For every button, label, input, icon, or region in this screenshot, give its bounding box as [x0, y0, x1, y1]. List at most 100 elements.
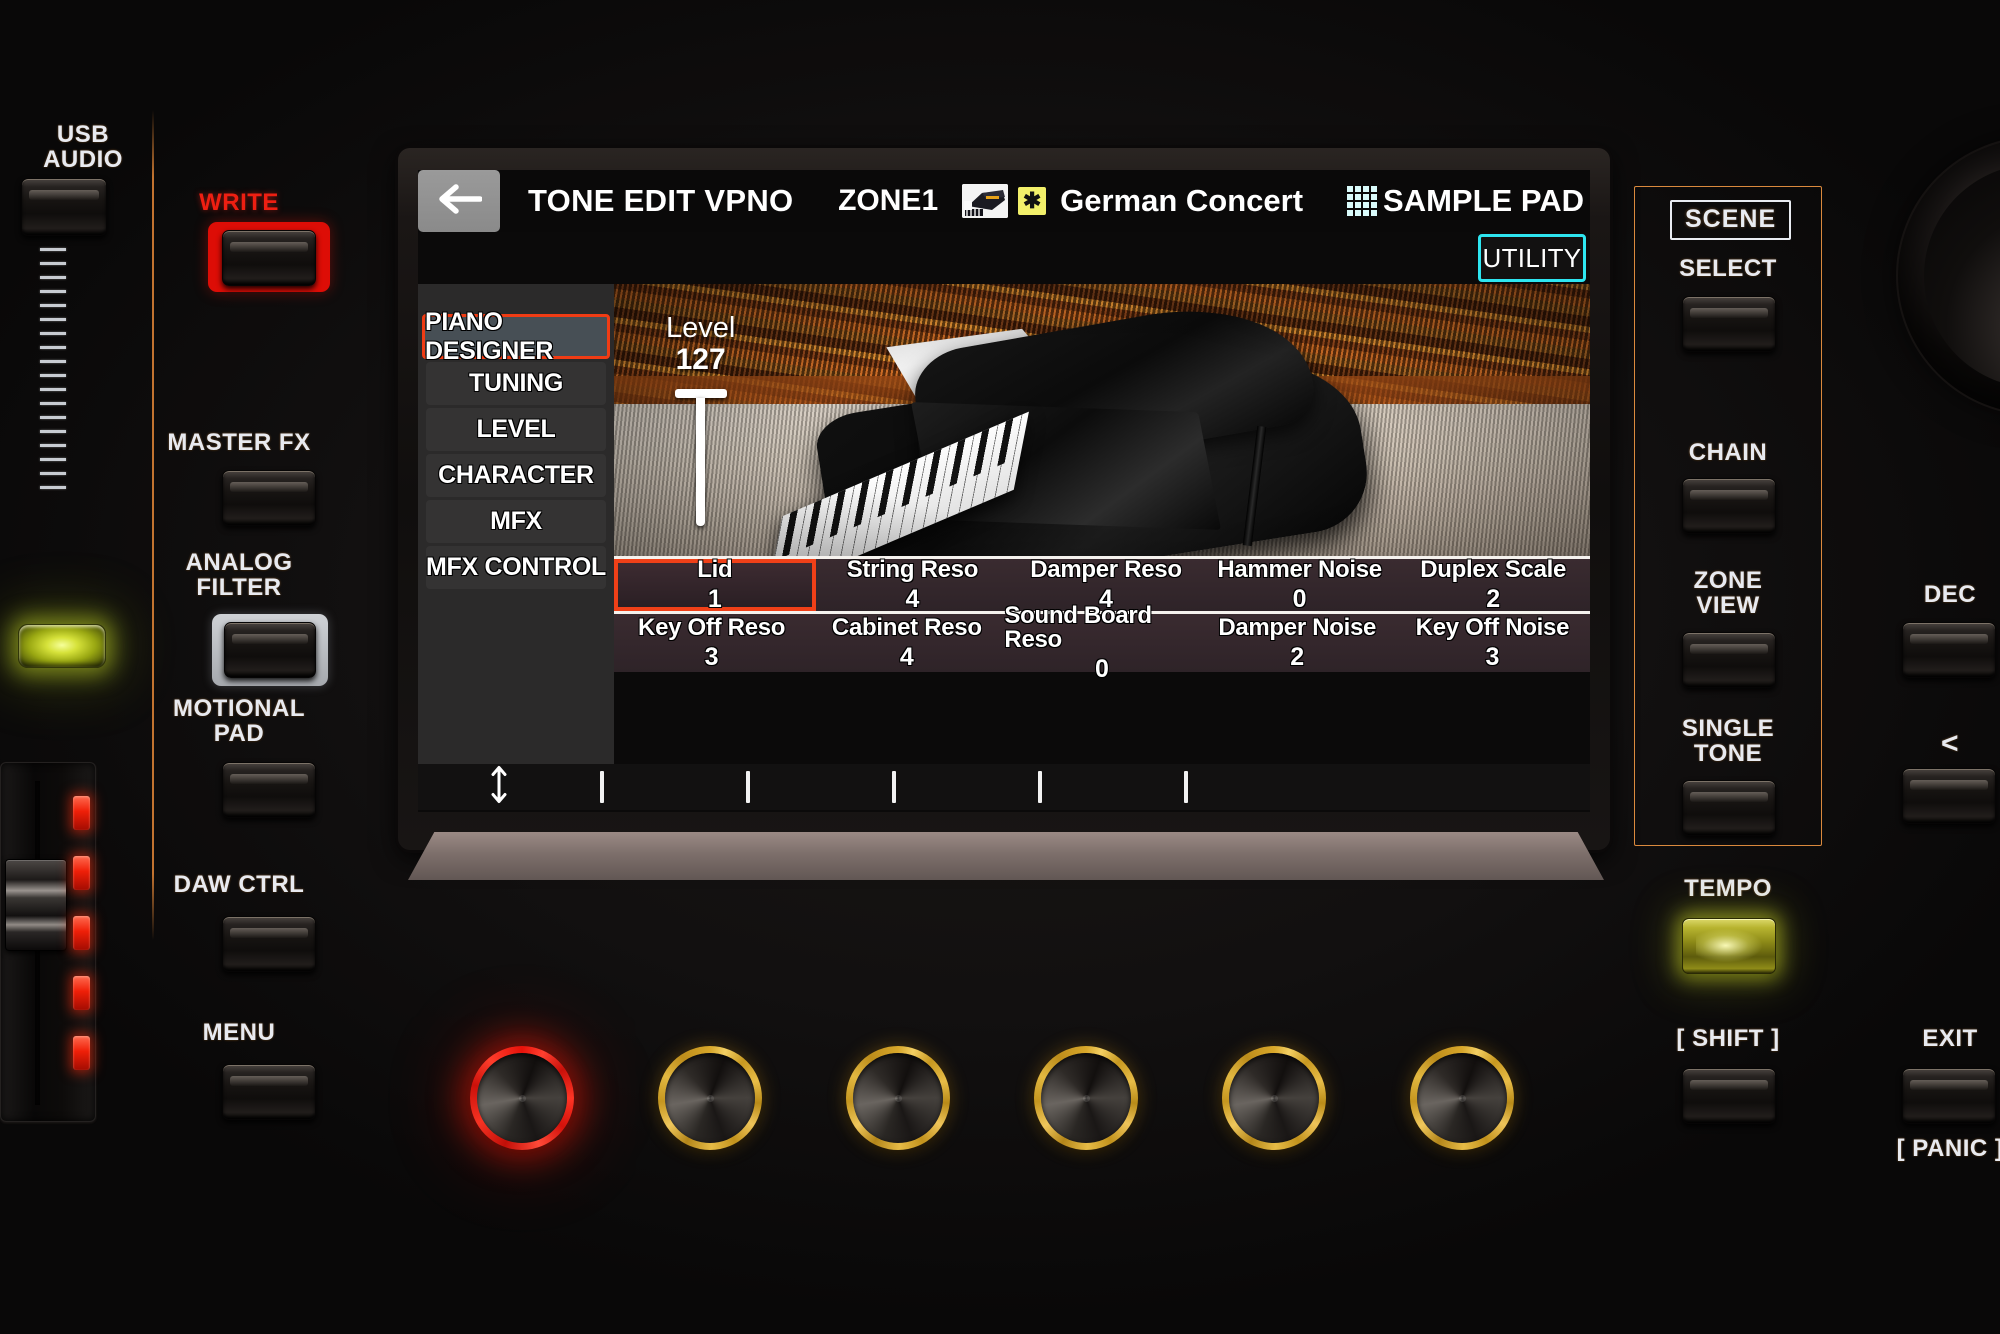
param-duplex-scale[interactable]: Duplex Scale 2	[1396, 556, 1590, 613]
menu-label: MENU	[202, 1019, 276, 1046]
back-button[interactable]	[418, 170, 500, 232]
param-name: String Reso	[846, 556, 979, 583]
param-name: Cabinet Reso	[831, 614, 982, 641]
stage-area: Level 127 Lid 1 String Reso 4 Damper Res…	[614, 284, 1590, 764]
analog-filter-button[interactable]	[224, 622, 316, 678]
single-tone-button[interactable]	[1682, 780, 1776, 836]
param-name: Hammer Noise	[1217, 556, 1382, 583]
usb-audio-led	[18, 624, 106, 668]
scene-select-button[interactable]	[1682, 296, 1776, 352]
level-slider-handle[interactable]	[674, 389, 727, 398]
motional-pad-label: MOTIONAL PAD	[173, 695, 305, 748]
knob-1[interactable]	[470, 1046, 574, 1150]
exit-label: EXIT	[1922, 1025, 1978, 1052]
piano-illustration: Level 127	[614, 284, 1590, 556]
master-fx-button[interactable]	[222, 470, 316, 526]
knob-4[interactable]	[1034, 1046, 1138, 1150]
usb-audio-level-scale	[40, 248, 66, 500]
sidebar-item-character[interactable]: CHARACTER	[426, 454, 606, 497]
param-value: 4	[905, 585, 920, 613]
screen-header: TONE EDIT VPNO ZONE1 ✱ German Concert SA…	[418, 170, 1590, 232]
param-value: 3	[1485, 643, 1500, 671]
display-shelf	[408, 832, 1604, 880]
chain-button[interactable]	[1682, 478, 1776, 534]
param-cabinet-reso[interactable]: Cabinet Reso 4	[809, 614, 1004, 672]
sample-pad-label[interactable]: SAMPLE PAD	[1383, 183, 1590, 219]
knob-tick-2	[746, 771, 750, 803]
param-key-off-noise[interactable]: Key Off Noise 3	[1395, 614, 1590, 672]
up-down-arrow-icon[interactable]	[488, 766, 510, 809]
param-value: 0	[1095, 655, 1109, 683]
zone-view-button[interactable]	[1682, 632, 1776, 688]
cursor-left-label: <	[1940, 727, 1960, 760]
daw-ctrl-button[interactable]	[222, 916, 316, 972]
usb-audio-label: USB AUDIO	[43, 121, 123, 174]
param-string-reso[interactable]: String Reso 4	[816, 556, 1010, 613]
param-key-off-reso[interactable]: Key Off Reso 3	[614, 614, 809, 672]
level-slider-track	[696, 398, 706, 526]
fader-led-meter	[73, 796, 90, 1096]
utility-row: UTILITY	[418, 232, 1590, 284]
shift-label: [ SHIFT ]	[1676, 1025, 1780, 1052]
screen-footer	[418, 764, 1590, 810]
menu-button[interactable]	[222, 1064, 316, 1120]
param-name: Damper Reso	[1030, 556, 1182, 583]
param-value: 2	[1486, 585, 1501, 613]
tempo-button[interactable]	[1682, 918, 1776, 974]
usb-audio-button[interactable]	[21, 178, 107, 236]
param-hammer-noise[interactable]: Hammer Noise 0	[1203, 556, 1397, 613]
param-name: Lid	[697, 556, 733, 583]
zone-indicator[interactable]: ZONE1	[838, 184, 938, 218]
sidebar-item-piano-designer[interactable]: PIANO DESIGNER	[422, 308, 610, 365]
value-wheel[interactable]	[1896, 136, 2000, 416]
knob-3[interactable]	[846, 1046, 950, 1150]
param-name: Damper Noise	[1218, 614, 1377, 641]
zone-view-label: ZONE VIEW	[1693, 567, 1763, 620]
knob-tick-4	[1038, 771, 1042, 803]
knob-2[interactable]	[658, 1046, 762, 1150]
sidebar-item-tuning[interactable]: TUNING	[426, 362, 606, 405]
param-value: 1	[707, 585, 722, 613]
analog-filter-label: ANALOG FILTER	[185, 549, 293, 602]
image-vignette	[614, 284, 1590, 556]
sidebar-item-mfx[interactable]: MFX	[426, 500, 606, 543]
panel-divider	[152, 110, 154, 940]
master-fx-label: MASTER FX	[167, 429, 311, 456]
param-sound-board-reso[interactable]: Sound Board Reso 0	[1004, 604, 1199, 682]
lcd-bezel: TONE EDIT VPNO ZONE1 ✱ German Concert SA…	[398, 148, 1610, 850]
cursor-left-button[interactable]	[1902, 768, 1996, 824]
write-label: WRITE	[199, 189, 279, 216]
parameter-table: Lid 1 String Reso 4 Damper Reso 4 Hammer…	[614, 556, 1590, 764]
param-name: Key Off Reso	[638, 614, 786, 641]
param-value: 0	[1292, 585, 1307, 613]
dec-button[interactable]	[1902, 622, 1996, 678]
scene-badge: SCENE	[1670, 200, 1792, 240]
param-damper-noise[interactable]: Damper Noise 2	[1200, 614, 1395, 672]
shift-button[interactable]	[1682, 1068, 1776, 1124]
param-value: 2	[1290, 643, 1305, 671]
knob-tick-1	[600, 771, 604, 803]
sidebar-item-level[interactable]: LEVEL	[426, 408, 606, 451]
knob-5[interactable]	[1222, 1046, 1326, 1150]
tone-name[interactable]: German Concert	[1060, 183, 1303, 219]
tone-modified-badge: ✱	[1018, 187, 1047, 215]
lcd-screen[interactable]: TONE EDIT VPNO ZONE1 ✱ German Concert SA…	[418, 170, 1590, 812]
sidebar-item-mfx-control[interactable]: MFX CONTROL	[426, 546, 606, 589]
utility-button[interactable]: UTILITY	[1478, 234, 1586, 282]
page-title: TONE EDIT VPNO	[528, 183, 794, 218]
piano-tone-icon	[962, 184, 1009, 218]
daw-ctrl-label: DAW CTRL	[173, 871, 305, 898]
param-value: 3	[704, 643, 719, 671]
level-slider[interactable]: Level 127	[666, 312, 735, 526]
panic-label: [ PANIC ]	[1896, 1135, 2000, 1162]
level-value: 127	[675, 343, 726, 376]
knob-6[interactable]	[1410, 1046, 1514, 1150]
param-value: 4	[899, 643, 914, 671]
edit-category-sidebar: PIANO DESIGNER TUNING LEVEL CHARACTER MF…	[418, 284, 614, 764]
param-lid[interactable]: Lid 1	[614, 556, 816, 613]
param-name: Duplex Scale	[1420, 556, 1567, 583]
exit-button[interactable]	[1902, 1068, 1996, 1124]
write-button[interactable]	[222, 230, 316, 286]
motional-pad-button[interactable]	[222, 762, 316, 818]
param-name: Sound Board Reso	[1004, 602, 1152, 653]
